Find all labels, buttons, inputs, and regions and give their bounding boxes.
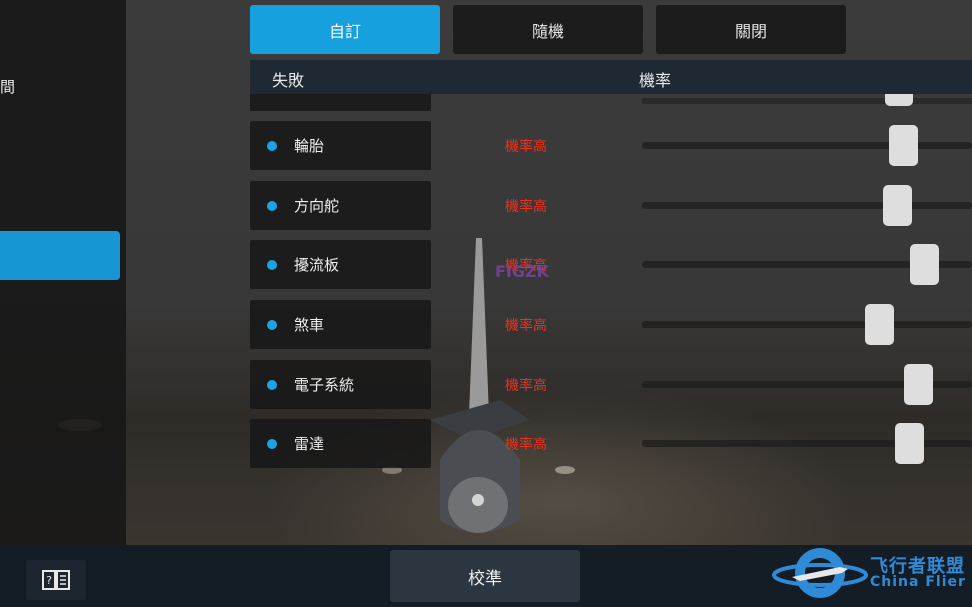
left-sidebar-selected-item[interactable]: [0, 231, 120, 280]
probability-slider-thumb[interactable]: [894, 423, 924, 464]
left-sidebar: 間: [0, 0, 126, 545]
failure-row-rudder: 方向舵 機率高: [250, 181, 972, 230]
failure-name: 輪胎: [294, 137, 325, 155]
failure-name: 電子系統: [294, 376, 355, 394]
bullet-dot-icon: [267, 260, 277, 270]
logo-english-text: China Flier: [870, 574, 966, 590]
svg-text:?: ?: [46, 574, 52, 587]
calibrate-button[interactable]: 校準: [390, 550, 580, 602]
failure-row-spoilers: 擾流板 機率高: [250, 240, 972, 289]
failure-name: 擾流板: [294, 256, 340, 274]
failure-row-electrical: 電子系統 機率高: [250, 360, 972, 409]
probability-column-header: 機率: [639, 71, 672, 90]
failure-name-cell[interactable]: 電子系統: [250, 360, 431, 409]
bullet-dot-icon: [267, 380, 277, 390]
failure-row-radar: 雷達 機率高: [250, 419, 972, 468]
probability-slider-track[interactable]: [642, 142, 972, 149]
overlay-watermark-text: FIGZK: [495, 262, 550, 281]
china-flier-logo: 飞行者联盟 China Flier: [770, 537, 970, 607]
probability-slider-thumb[interactable]: [864, 304, 894, 345]
book-question-icon: ?: [42, 570, 70, 590]
bullet-dot-icon: [267, 201, 277, 211]
failure-row-tires: 輪胎 機率高: [250, 121, 972, 170]
manual-button[interactable]: ?: [26, 560, 86, 600]
probability-status: 機率高: [505, 378, 547, 394]
table-header: 失敗 機率: [250, 60, 972, 94]
failure-name-cell[interactable]: 方向舵: [250, 181, 431, 230]
tab-off[interactable]: 關閉: [656, 5, 846, 54]
failure-name: 方向舵: [294, 197, 340, 215]
failure-name: 煞車: [294, 316, 325, 334]
probability-status: 機率高: [505, 437, 547, 453]
plane-globe-logo-icon: [772, 548, 868, 598]
tab-random[interactable]: 隨機: [453, 5, 643, 54]
tab-custom[interactable]: 自訂: [250, 5, 440, 54]
partial-row-cell: [250, 94, 431, 111]
probability-status: 機率高: [505, 139, 547, 155]
partial-row-slider-track[interactable]: [642, 98, 972, 104]
failure-name: 雷達: [294, 435, 325, 453]
probability-slider-thumb[interactable]: [882, 185, 912, 226]
bullet-dot-icon: [267, 141, 277, 151]
probability-slider-track[interactable]: [642, 321, 972, 328]
failure-name-cell[interactable]: 輪胎: [250, 121, 431, 170]
failure-row-brakes: 煞車 機率高: [250, 300, 972, 349]
left-sidebar-label: 間: [0, 78, 16, 96]
probability-status: 機率高: [505, 318, 547, 334]
probability-slider-thumb[interactable]: [888, 125, 918, 166]
probability-status: 機率高: [505, 199, 547, 215]
bullet-dot-icon: [267, 439, 277, 449]
failure-name-cell[interactable]: 擾流板: [250, 240, 431, 289]
failure-name-cell[interactable]: 雷達: [250, 419, 431, 468]
failure-column-header: 失敗: [272, 71, 305, 90]
failure-name-cell[interactable]: 煞車: [250, 300, 431, 349]
partial-row-slider-thumb[interactable]: [885, 94, 913, 106]
probability-slider-track[interactable]: [642, 202, 972, 209]
probability-slider-thumb[interactable]: [909, 244, 939, 285]
bullet-dot-icon: [267, 320, 277, 330]
probability-slider-thumb[interactable]: [903, 364, 933, 405]
